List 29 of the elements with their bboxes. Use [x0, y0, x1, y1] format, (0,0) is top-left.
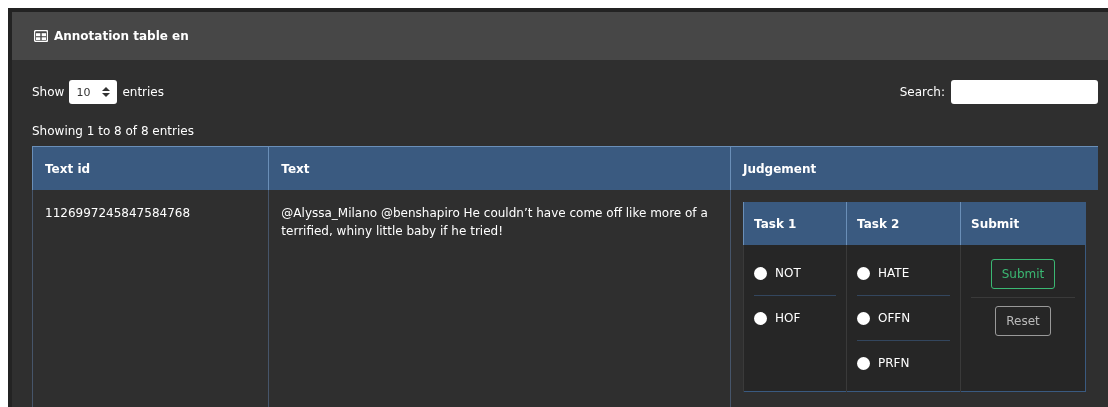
column-header: Judgement [730, 146, 1098, 190]
reset-button[interactable]: Reset [995, 306, 1051, 336]
radio-button[interactable] [754, 311, 767, 325]
radio-button[interactable] [857, 311, 870, 325]
entries-label: entries [122, 85, 164, 99]
column-header: Text [268, 146, 731, 190]
show-label: Show [32, 85, 65, 99]
radio-button[interactable] [857, 266, 870, 280]
option-label: HATE [878, 265, 910, 282]
tweet-text: @Alyssa_Milano @benshapiro He couldn’t have come off like more of a terrified, whiny little baby if he tried! [281, 206, 708, 238]
text-id: 1126997245847584768 [45, 206, 191, 220]
submit-button[interactable]: Submit [990, 259, 1056, 289]
option-label: PRFN [878, 355, 910, 372]
option-label: NOT [775, 265, 801, 282]
column-header: Task 1 [743, 202, 847, 245]
radio-button[interactable] [754, 266, 767, 280]
column-header: Task 2 [846, 202, 961, 245]
option-label: OFFN [878, 310, 911, 327]
search-field[interactable] [951, 80, 1098, 104]
option-label: HOF [775, 310, 801, 327]
entries-select[interactable]: 10 [69, 80, 118, 104]
search-label: Search: [899, 85, 945, 99]
panel-title: Annotation table en [54, 29, 189, 43]
column-header: Text id [32, 146, 269, 190]
radio-button[interactable] [857, 356, 870, 370]
table-icon [34, 30, 48, 42]
sort-arrows-icon [102, 87, 111, 97]
column-header: Submit [960, 202, 1086, 245]
entries-info: Showing 1 to 8 of 8 entries [32, 124, 195, 138]
